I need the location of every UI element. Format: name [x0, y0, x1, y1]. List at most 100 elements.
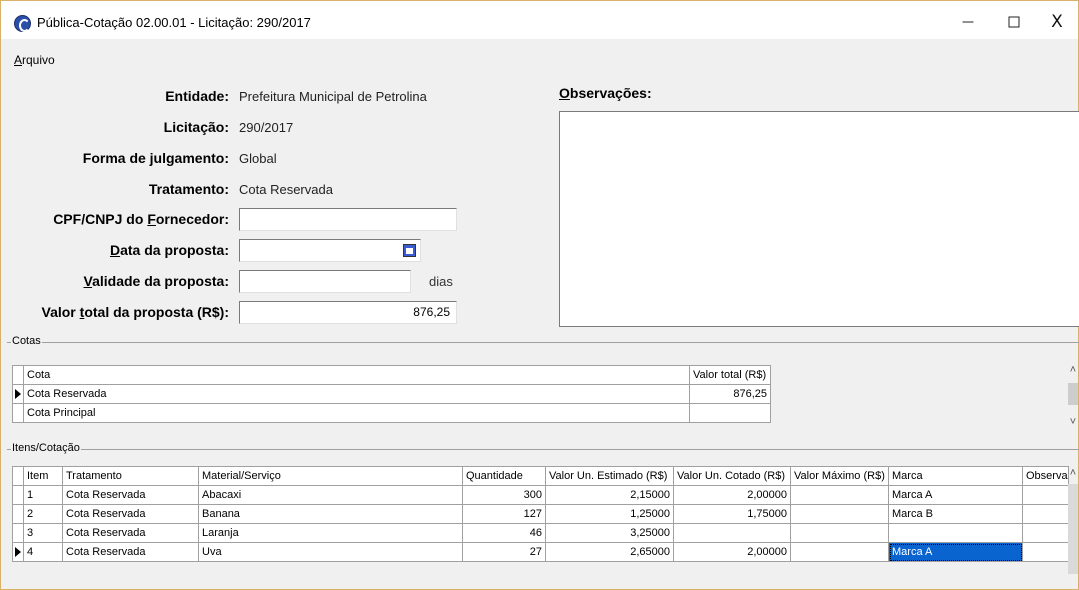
table-row[interactable]: 4 Cota Reservada Uva 27 2,65000 2,00000 …	[12, 542, 1069, 562]
cpf-label: CPF/CNPJ do Fornecedor:	[53, 211, 229, 227]
scroll-down-icon[interactable]: ˅	[1068, 417, 1078, 428]
scroll-thumb[interactable]	[1068, 383, 1078, 405]
minimize-icon	[962, 21, 974, 23]
itens-table: Item Tratamento Material/Serviço Quantid…	[12, 466, 1069, 562]
obs-cell[interactable]	[1022, 542, 1069, 562]
title-bar: Pública-Cotação 02.00.01 - Licitação: 29…	[1, 1, 1078, 39]
row-indicator	[12, 542, 24, 562]
maximo-cell[interactable]	[790, 542, 889, 562]
cotas-groupbox	[7, 342, 1079, 343]
table-row[interactable]: 1 Cota Reservada Abacaxi 300 2,15000 2,0…	[12, 485, 1069, 505]
table-row[interactable]: 3 Cota Reservada Laranja 46 3,25000	[12, 523, 1069, 543]
estimado-cell[interactable]: 2,65000	[545, 542, 674, 562]
cotas-header-row: Cota Valor total (R$)	[12, 365, 771, 385]
estimado-cell[interactable]: 1,25000	[545, 504, 674, 524]
tratamento-label: Tratamento:	[148, 181, 229, 197]
header-item[interactable]: Item	[23, 466, 63, 486]
itens-group-title: Itens/Cotação	[11, 442, 81, 454]
cotas-scrollbar[interactable]: ˄ ˅	[1068, 365, 1078, 429]
row-indicator	[12, 384, 24, 404]
marca-cell[interactable]	[888, 523, 1023, 543]
header-marca[interactable]: Marca	[888, 466, 1023, 486]
table-row[interactable]: 2 Cota Reservada Banana 127 1,25000 1,75…	[12, 504, 1069, 524]
tratamento-value: Cota Reservada	[239, 182, 333, 197]
cpf-cnpj-input[interactable]	[239, 208, 457, 231]
maximo-cell[interactable]	[790, 485, 889, 505]
estimado-cell[interactable]: 2,15000	[545, 485, 674, 505]
material-cell[interactable]: Banana	[198, 504, 463, 524]
header-valor-maximo[interactable]: Valor Máximo (R$)	[790, 466, 889, 486]
valor-cell[interactable]: 876,25	[689, 384, 771, 404]
app-logo-icon	[14, 15, 31, 32]
table-row[interactable]: Cota Reservada 876,25	[12, 384, 771, 404]
obs-cell[interactable]	[1022, 504, 1069, 524]
header-material[interactable]: Material/Serviço	[198, 466, 463, 486]
maximize-button[interactable]	[991, 7, 1037, 37]
quantidade-cell[interactable]: 46	[462, 523, 546, 543]
scroll-up-icon[interactable]: ˄	[1068, 468, 1078, 479]
cota-cell[interactable]: Cota Reservada	[23, 384, 690, 404]
itens-scrollbar[interactable]: ˄	[1068, 466, 1078, 581]
row-indicator	[12, 403, 24, 423]
header-valor-estimado[interactable]: Valor Un. Estimado (R$)	[545, 466, 674, 486]
material-cell[interactable]: Abacaxi	[198, 485, 463, 505]
item-cell[interactable]: 1	[23, 485, 63, 505]
cotado-cell[interactable]: 2,00000	[673, 542, 791, 562]
row-pointer-icon	[15, 389, 21, 399]
tratamento-cell[interactable]: Cota Reservada	[62, 485, 199, 505]
licitacao-value: 290/2017	[239, 120, 294, 135]
data-proposta-input[interactable]	[239, 239, 421, 262]
item-cell[interactable]: 4	[23, 542, 63, 562]
quantidade-cell[interactable]: 127	[462, 504, 546, 524]
validade-input[interactable]	[239, 270, 411, 293]
valor-total-input[interactable]: 876,25	[239, 301, 457, 324]
row-pointer-icon	[15, 547, 21, 557]
obs-cell[interactable]	[1022, 485, 1069, 505]
scroll-up-icon[interactable]: ˄	[1068, 365, 1078, 376]
material-cell[interactable]: Uva	[198, 542, 463, 562]
menu-arquivo[interactable]: Arquivo	[14, 53, 55, 67]
row-indicator	[12, 523, 24, 543]
obs-cell[interactable]	[1022, 523, 1069, 543]
header-quantidade[interactable]: Quantidade	[462, 466, 546, 486]
row-indicator	[12, 485, 24, 505]
row-indicator	[12, 365, 24, 385]
observacoes-textarea[interactable]	[559, 111, 1079, 327]
marca-cell[interactable]: Marca B	[888, 504, 1023, 524]
quantidade-cell[interactable]: 300	[462, 485, 546, 505]
tratamento-cell[interactable]: Cota Reservada	[62, 542, 199, 562]
maximo-cell[interactable]	[790, 523, 889, 543]
quantidade-cell[interactable]: 27	[462, 542, 546, 562]
valor-cell[interactable]	[689, 403, 771, 423]
cotado-cell[interactable]: 1,75000	[673, 504, 791, 524]
itens-groupbox	[7, 449, 1079, 450]
main-window: Pública-Cotação 02.00.01 - Licitação: 29…	[0, 0, 1079, 590]
row-indicator	[12, 504, 24, 524]
estimado-cell[interactable]: 3,25000	[545, 523, 674, 543]
item-cell[interactable]: 2	[23, 504, 63, 524]
header-tratamento[interactable]: Tratamento	[62, 466, 199, 486]
julgamento-value: Global	[239, 151, 277, 166]
cotado-cell[interactable]: 2,00000	[673, 485, 791, 505]
licitacao-label: Licitação:	[163, 119, 229, 135]
maximo-cell[interactable]	[790, 504, 889, 524]
header-valor-cotado[interactable]: Valor Un. Cotado (R$)	[673, 466, 791, 486]
marca-cell[interactable]: Marca A	[888, 485, 1023, 505]
close-button[interactable]: X	[1034, 7, 1079, 37]
header-observacao[interactable]: Observaç	[1022, 466, 1069, 486]
calendar-icon[interactable]	[403, 244, 416, 257]
cota-cell[interactable]: Cota Principal	[23, 403, 690, 423]
table-row[interactable]: Cota Principal	[12, 403, 771, 423]
scroll-thumb[interactable]	[1068, 484, 1078, 574]
material-cell[interactable]: Laranja	[198, 523, 463, 543]
marca-cell-selected[interactable]: Marca A	[888, 542, 1023, 562]
minimize-button[interactable]	[945, 7, 991, 37]
cotas-header-cota[interactable]: Cota	[23, 365, 690, 385]
cotado-cell[interactable]	[673, 523, 791, 543]
menu-bar: Arquivo	[1, 39, 1078, 73]
tratamento-cell[interactable]: Cota Reservada	[62, 504, 199, 524]
tratamento-cell[interactable]: Cota Reservada	[62, 523, 199, 543]
cotas-header-valor[interactable]: Valor total (R$)	[689, 365, 771, 385]
row-indicator	[12, 466, 24, 486]
item-cell[interactable]: 3	[23, 523, 63, 543]
